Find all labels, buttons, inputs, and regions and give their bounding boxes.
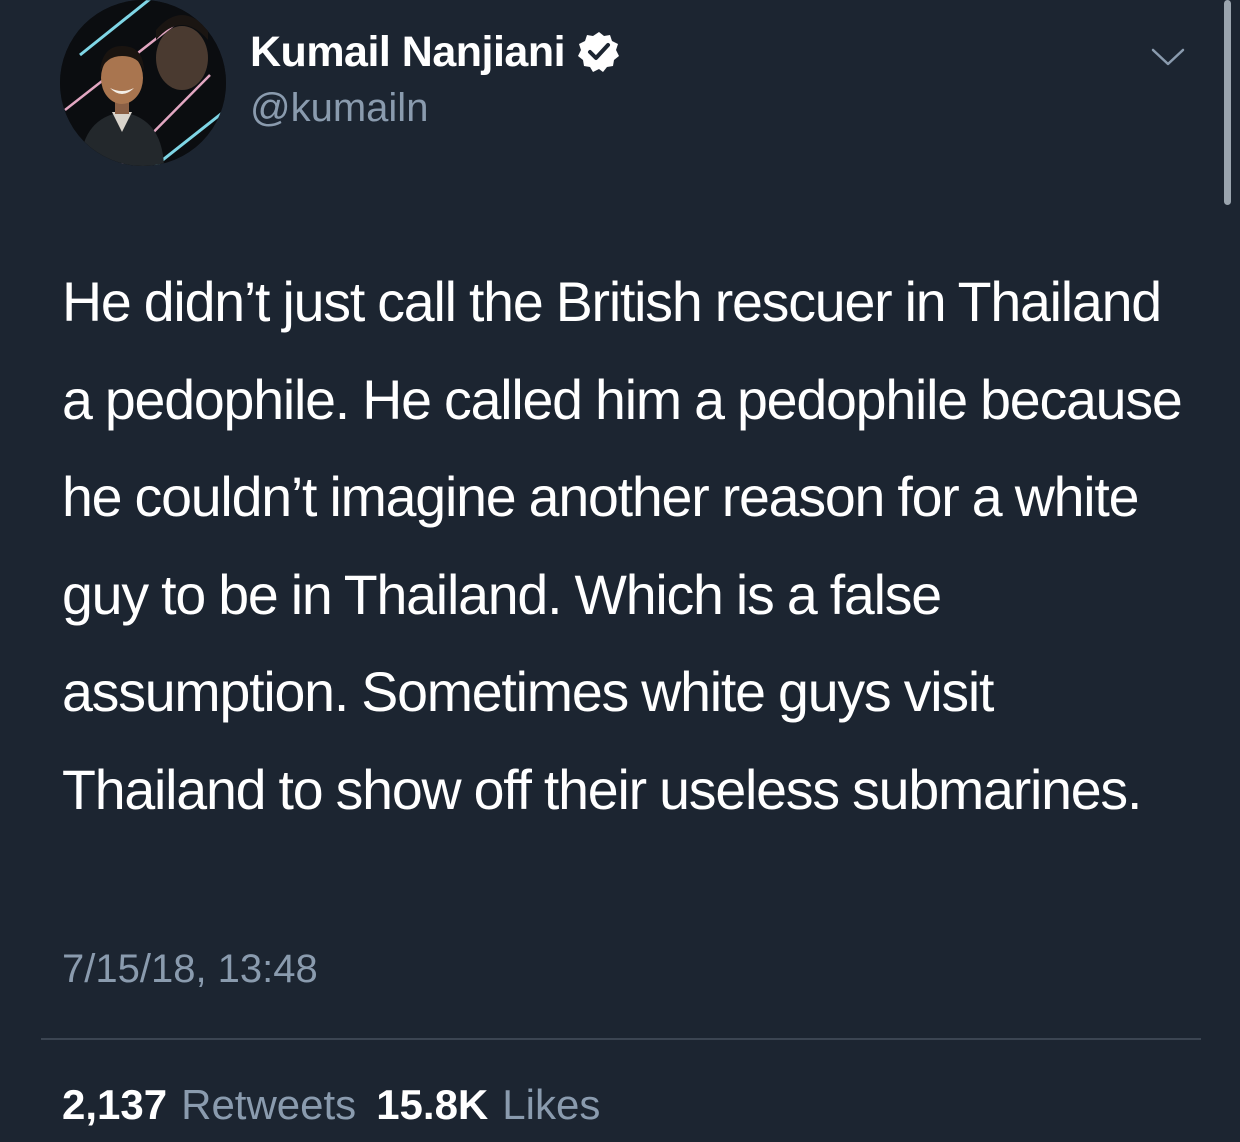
- user-name-row: Kumail Nanjiani: [250, 24, 621, 80]
- display-name[interactable]: Kumail Nanjiani: [250, 28, 566, 77]
- scrollbar[interactable]: [1224, 0, 1231, 205]
- user-handle[interactable]: @kumailn: [250, 86, 428, 131]
- avatar-image: [60, 0, 226, 166]
- likes-count[interactable]: 15.8K: [376, 1081, 488, 1128]
- chevron-down-icon[interactable]: [1148, 42, 1188, 70]
- retweets-label[interactable]: Retweets: [181, 1081, 356, 1128]
- retweets-count[interactable]: 2,137: [62, 1081, 167, 1128]
- tweet-detail: Kumail Nanjiani @kumailn He didn’t just …: [0, 0, 1240, 1142]
- tweet-text: He didn’t just call the British rescuer …: [62, 271, 1183, 821]
- divider: [41, 1038, 1201, 1040]
- likes-label[interactable]: Likes: [502, 1081, 600, 1128]
- tweet-timestamp[interactable]: 7/15/18, 13:48: [62, 947, 318, 992]
- tweet-stats: 2,137 Retweets 15.8K Likes: [62, 1081, 600, 1129]
- avatar[interactable]: [60, 0, 226, 166]
- verified-badge-icon: [577, 30, 621, 74]
